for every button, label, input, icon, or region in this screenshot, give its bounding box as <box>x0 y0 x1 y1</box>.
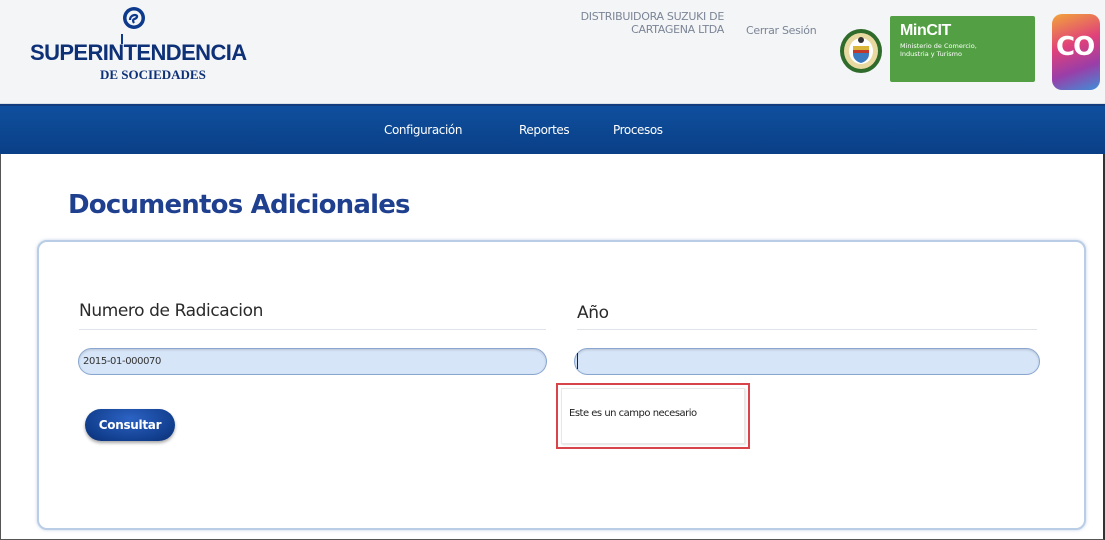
main-navbar: Configuración Reportes Procesos <box>0 104 1105 154</box>
co-logo-text: CO <box>1056 32 1095 62</box>
colombia-co-logo[interactable]: CO <box>1052 14 1100 90</box>
logout-link[interactable]: Cerrar Sesión <box>746 24 817 37</box>
mincit-logo[interactable]: MinCIT Ministerio de Comercio, Industria… <box>890 16 1035 82</box>
text-cursor <box>577 353 578 369</box>
company-name-line2: CARTAGENA LTDA <box>631 23 724 36</box>
validation-message: Este es un campo necesario <box>569 408 697 419</box>
company-name-line1: DISTRIBUIDORA SUZUKI DE <box>580 10 725 23</box>
validation-tooltip: Este es un campo necesario <box>561 388 745 444</box>
radicacion-label-divider <box>79 329 546 330</box>
nav-item-reportes[interactable]: Reportes <box>519 123 570 137</box>
brand-name: SUPERINTENDENCIA <box>30 40 247 65</box>
validation-highlight: Este es un campo necesario <box>556 383 750 449</box>
anio-label-divider <box>577 329 1037 330</box>
anio-input[interactable] <box>574 348 1040 375</box>
mincit-title: MinCIT <box>900 22 951 39</box>
nav-item-configuracion[interactable]: Configuración <box>384 123 462 137</box>
superintendencia-logo[interactable]: SUPERINTENDENCIA DE SOCIEDADES <box>30 6 247 92</box>
company-name: DISTRIBUIDORA SUZUKI DE CARTAGENA LTDA <box>556 10 725 36</box>
mincit-subtitle-line1: Ministerio de Comercio, <box>900 42 977 50</box>
brand-subtitle: DE SOCIEDADES <box>100 67 206 82</box>
radicacion-input[interactable] <box>78 348 547 375</box>
nav-item-procesos[interactable]: Procesos <box>613 123 663 137</box>
header: SUPERINTENDENCIA DE SOCIEDADES DISTRIBUI… <box>0 0 1105 104</box>
mincit-subtitle-line2: Industria y Turismo <box>900 50 962 58</box>
colombia-seal-icon <box>840 29 882 73</box>
superintendencia-emblem-icon <box>123 7 145 29</box>
consultar-button[interactable]: Consultar <box>85 409 175 441</box>
radicacion-label: Numero de Radicacion <box>79 301 263 321</box>
anio-label: Año <box>577 303 609 323</box>
page-title: Documentos Adicionales <box>68 190 411 220</box>
